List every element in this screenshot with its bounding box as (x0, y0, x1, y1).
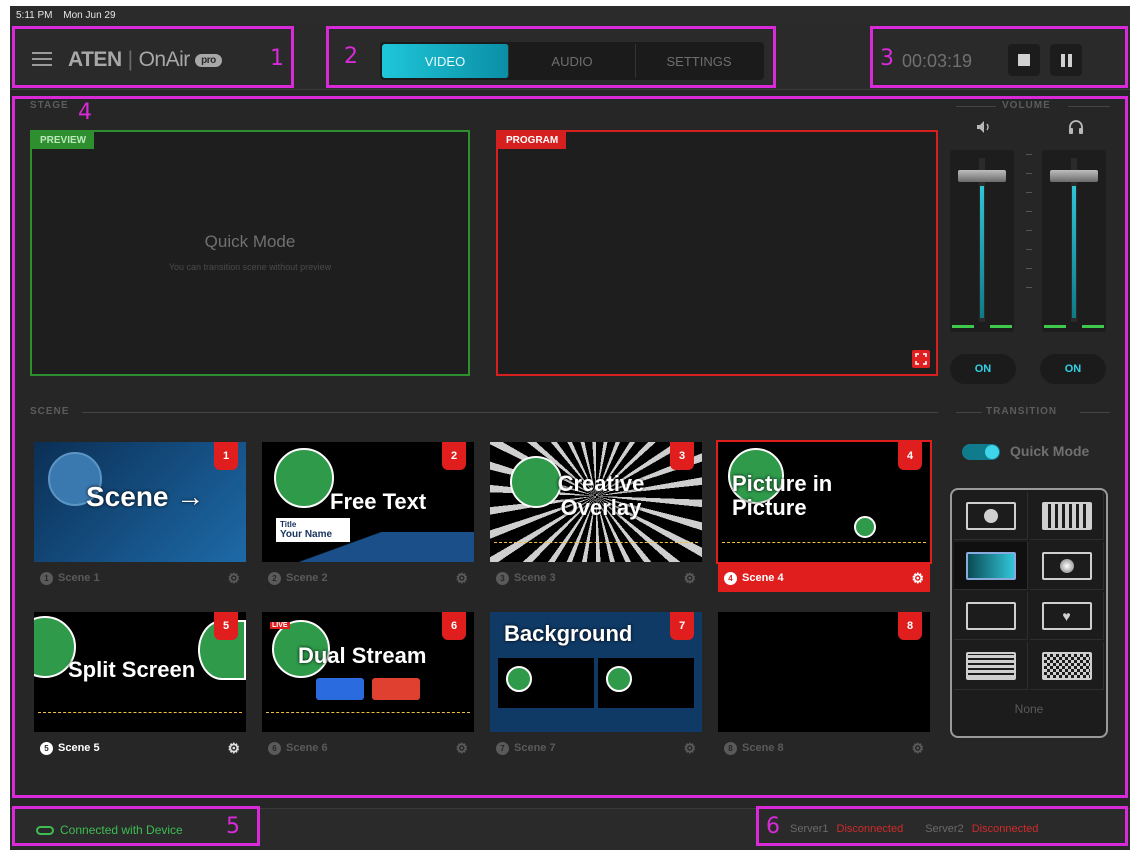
annotation-box-1 (12, 26, 294, 88)
annotation-box-2 (326, 26, 776, 88)
annotation-box-3 (870, 26, 1128, 88)
annotation-box-6 (756, 806, 1128, 846)
annotation-number-2: 2 (344, 44, 358, 69)
annotation-number-1: 1 (270, 46, 284, 71)
ios-status-bar: 5:11 PM Mon Jun 29 (10, 6, 1130, 26)
annotation-number-6: 6 (766, 814, 780, 839)
status-time: 5:11 PM (16, 10, 53, 21)
annotation-box-5 (12, 806, 260, 846)
annotation-number-4: 4 (78, 100, 92, 125)
annotation-number-3: 3 (880, 46, 894, 71)
status-date: Mon Jun 29 (63, 10, 116, 21)
annotation-box-4 (12, 96, 1128, 798)
annotation-number-5: 5 (226, 814, 240, 839)
